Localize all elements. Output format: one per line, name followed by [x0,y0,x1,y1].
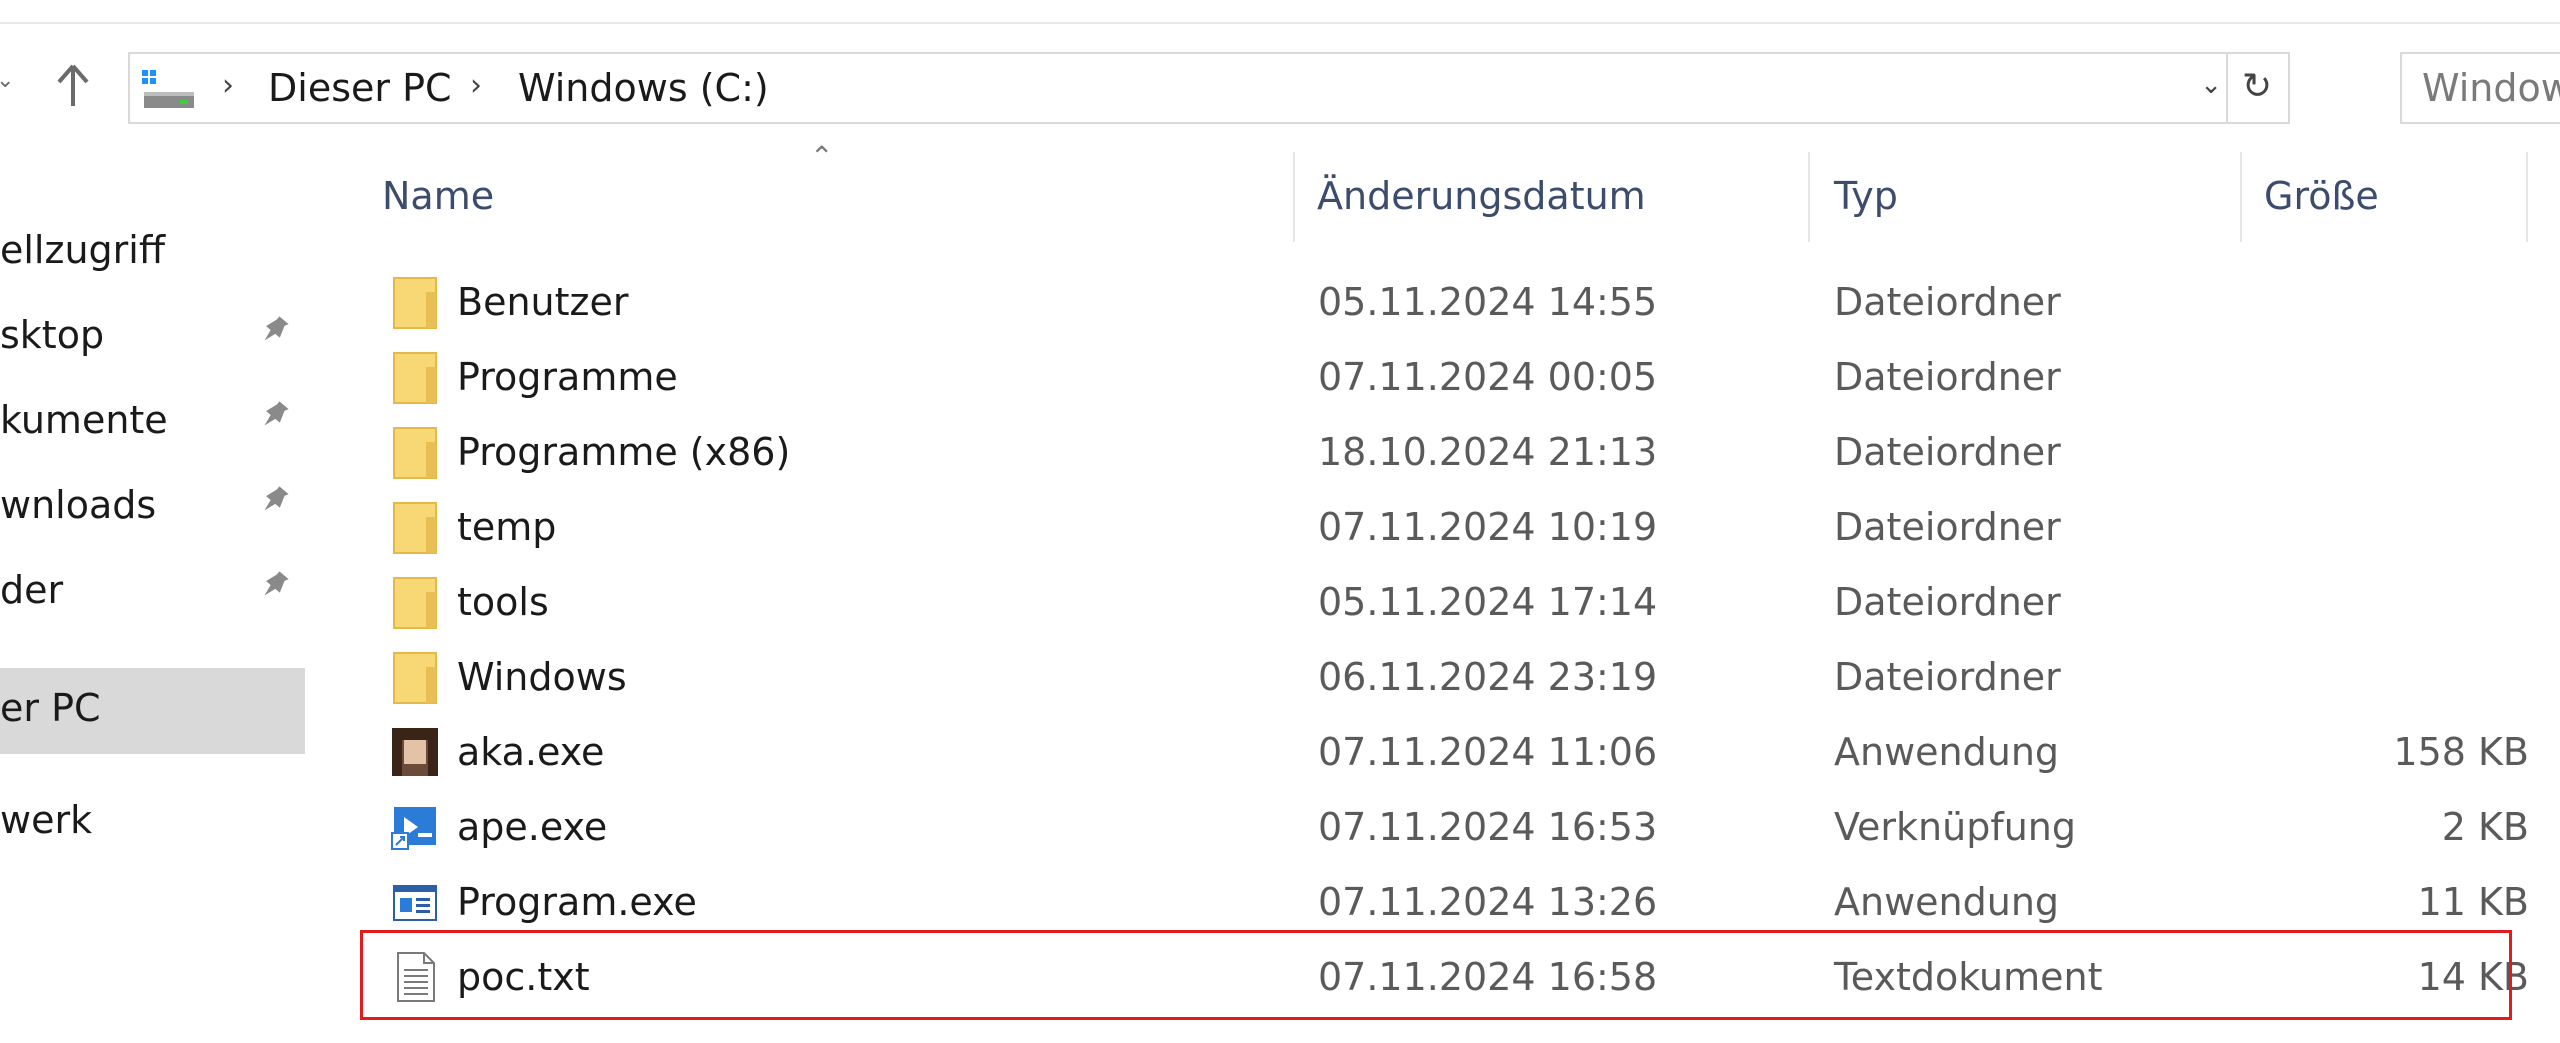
file-date: 06.11.2024 23:19 [1318,655,1658,699]
file-date: 05.11.2024 17:14 [1318,580,1658,624]
file-size: 14 KB [2417,955,2529,999]
breadcrumb-separator-icon: › [470,68,482,103]
file-date: 18.10.2024 21:13 [1318,430,1658,474]
file-name: ape.exe [457,805,608,849]
sidebar-item-netzwerk[interactable]: werk [0,780,305,866]
file-name: Windows [457,655,627,699]
file-row[interactable]: aka.exe 07.11.2024 11:06 Anwendung 158 K… [360,716,2529,788]
file-date: 07.11.2024 13:26 [1318,880,1658,924]
file-row[interactable]: tools 05.11.2024 17:14 Dateiordner [360,566,2515,638]
shortcut-icon [391,807,436,850]
recent-locations-chevron-icon[interactable]: ⌄ [0,68,14,93]
file-name: Program.exe [457,880,697,924]
title-area [0,0,2560,24]
column-header-size[interactable]: Größe [2244,150,2524,244]
file-type: Anwendung [1834,730,2060,774]
folder-icon [393,502,437,554]
file-date: 07.11.2024 00:05 [1318,355,1658,399]
file-row[interactable]: Programme 07.11.2024 00:05 Dateiordner [360,341,2515,413]
file-type: Dateiordner [1834,505,2061,549]
file-date: 07.11.2024 11:06 [1318,730,1658,774]
file-name: aka.exe [457,730,605,774]
column-header-label: Änderungsdatum [1317,174,1646,218]
breadcrumb-separator-icon: › [222,68,234,103]
file-type: Dateiordner [1834,280,2061,324]
sidebar-item-label: wnloads [0,483,157,527]
sidebar-item-downloads[interactable]: wnloads [0,465,305,551]
sidebar-item-dieser-pc[interactable]: er PC [0,668,305,754]
file-type: Dateiordner [1834,355,2061,399]
file-row[interactable]: Program.exe 07.11.2024 13:26 Anwendung 1… [360,866,2529,938]
sidebar-item-label: kumente [0,398,168,442]
refresh-icon: ↻ [2242,66,2273,107]
window-app-icon [393,885,437,921]
up-arrow-icon[interactable] [55,62,91,108]
pin-icon[interactable] [255,311,295,351]
file-row[interactable]: temp 07.11.2024 10:19 Dateiordner [360,491,2515,563]
app-avatar-icon [392,728,438,776]
file-type: Dateiordner [1834,655,2061,699]
drive-icon [142,70,194,108]
column-header-type[interactable]: Typ [1812,150,2240,244]
breadcrumb-windows-c[interactable]: Windows (C:) [518,66,769,110]
file-size: 2 KB [2441,805,2529,849]
file-date: 05.11.2024 14:55 [1318,280,1658,324]
pin-icon[interactable] [255,396,295,436]
folder-icon [393,577,437,629]
file-name: temp [457,505,557,549]
column-header-label: Name [382,174,495,218]
search-placeholder: Windows [2422,66,2560,110]
column-divider[interactable] [2526,152,2528,242]
column-header-label: Typ [1834,174,1898,218]
file-name: Benutzer [457,280,629,324]
text-document-icon [397,952,435,1002]
file-type: Verknüpfung [1834,805,2077,849]
file-name: Programme (x86) [457,430,791,474]
column-header-label: Größe [2264,174,2379,218]
folder-icon [393,652,437,704]
folder-icon [393,277,437,329]
file-date: 07.11.2024 16:58 [1318,955,1658,999]
file-name: Programme [457,355,678,399]
sidebar-item-desktop[interactable]: sktop [0,295,305,381]
breadcrumb-dieser-pc[interactable]: Dieser PC [268,66,452,110]
sidebar-item-label: ellzugriff [0,228,166,272]
file-date: 07.11.2024 16:53 [1318,805,1658,849]
column-header-date[interactable]: Änderungsdatum [1297,150,1809,244]
file-type: Anwendung [1834,880,2060,924]
file-size: 158 KB [2393,730,2529,774]
sidebar-item-schnellzugriff[interactable]: ellzugriff [0,210,305,296]
column-header-name[interactable]: Name [360,150,1295,244]
pin-icon[interactable] [255,566,295,606]
column-divider[interactable] [2240,152,2242,242]
file-size: 11 KB [2417,880,2529,924]
file-row[interactable]: ape.exe 07.11.2024 16:53 Verknüpfung 2 K… [360,791,2529,863]
sidebar-item-label: der [0,568,64,612]
file-row[interactable]: Windows 06.11.2024 23:19 Dateiordner [360,641,2515,713]
column-divider[interactable] [1808,152,1810,242]
file-name: poc.txt [457,955,590,999]
sidebar-item-label: er PC [0,686,101,730]
refresh-button[interactable]: ↻ [2226,54,2288,122]
file-type: Textdokument [1834,955,2103,999]
file-type: Dateiordner [1834,430,2061,474]
column-divider[interactable] [1293,152,1295,242]
sidebar-item-label: sktop [0,313,105,357]
file-name: tools [457,580,549,624]
file-row[interactable]: Benutzer 05.11.2024 14:55 Dateiordner [360,266,2515,338]
file-row[interactable]: Programme (x86) 18.10.2024 21:13 Dateior… [360,416,2515,488]
file-row[interactable]: poc.txt 07.11.2024 16:58 Textdokument 14… [360,941,2529,1013]
sidebar-item-label: werk [0,798,93,842]
file-type: Dateiordner [1834,580,2061,624]
file-date: 07.11.2024 10:19 [1318,505,1658,549]
address-dropdown-icon[interactable]: ⌄ [2200,70,2222,100]
folder-icon [393,352,437,404]
sidebar-item-dokumente[interactable]: kumente [0,380,305,466]
address-bar[interactable]: › Dieser PC › Windows (C:) ⌄ ↻ [128,52,2290,124]
pin-icon[interactable] [255,481,295,521]
navigation-pane: ellzugriff sktop kumente wnloads der er … [0,130,310,1043]
sidebar-item-bilder[interactable]: der [0,550,305,636]
search-box[interactable]: Windows [2400,52,2560,124]
folder-icon [393,427,437,479]
